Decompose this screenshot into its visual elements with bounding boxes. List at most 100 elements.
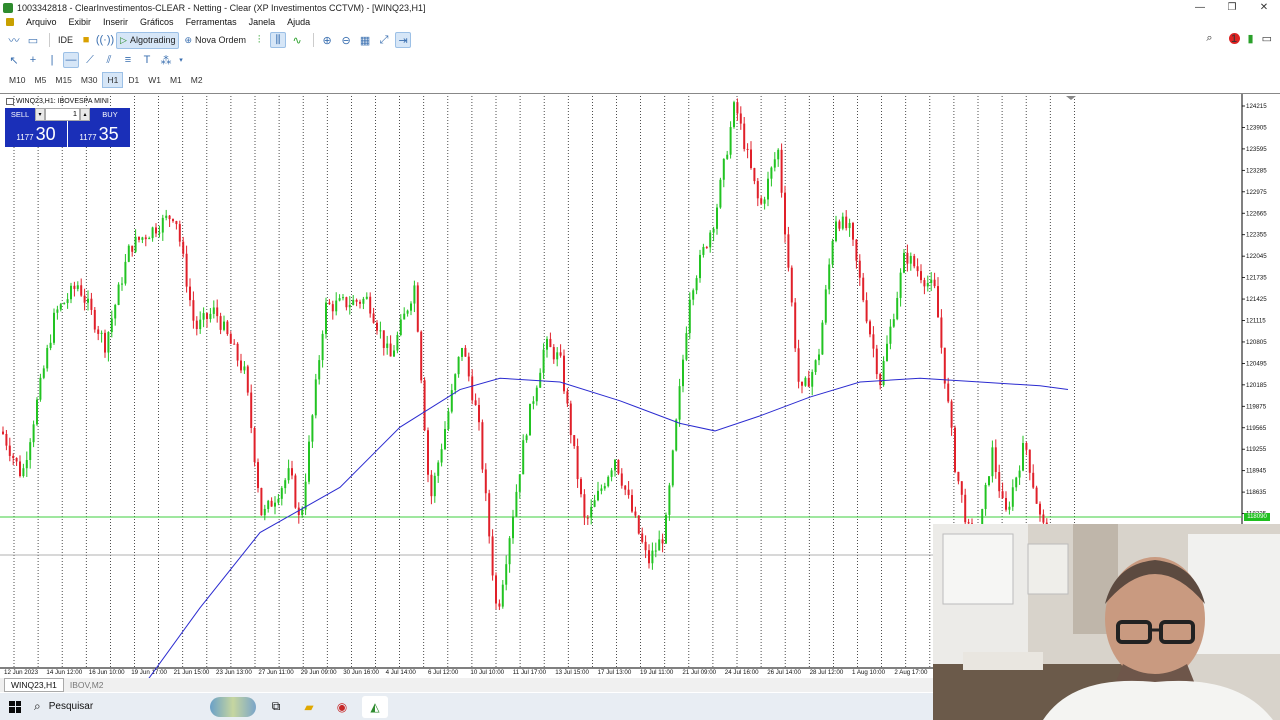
menu-inserir[interactable]: Inserir xyxy=(97,17,134,27)
timeframe-m1[interactable]: M1 xyxy=(166,73,186,87)
menu-ferramentas[interactable]: Ferramentas xyxy=(180,17,243,27)
buy-button[interactable]: BUY xyxy=(90,108,130,121)
drawing-toolbar: ↖ + | — ⟋ ⫽ ≡ T ⁂ ▾ xyxy=(0,51,1280,69)
candles-icon[interactable]: ⫼ xyxy=(270,32,287,48)
start-button[interactable] xyxy=(0,700,30,713)
menu-graficos[interactable]: Gráficos xyxy=(134,17,180,27)
zoom-out-icon[interactable]: ⊖ xyxy=(338,32,354,48)
menu-exibir[interactable]: Exibir xyxy=(63,17,98,27)
timeframe-m2[interactable]: M2 xyxy=(187,73,207,87)
chrome-icon[interactable]: ◉ xyxy=(329,696,355,718)
bullish-candle xyxy=(280,488,283,499)
bearish-candle xyxy=(372,313,375,323)
line-chart-icon[interactable]: ∿ xyxy=(289,32,305,48)
chevron-down-icon[interactable]: ▾ xyxy=(177,52,185,68)
bullish-candle xyxy=(399,319,402,335)
symbol-description: WINQ23,H1: IBOVESPA MINI xyxy=(16,98,109,105)
chart-shift-icon[interactable]: ⇥ xyxy=(395,32,412,48)
zoom-in-icon[interactable]: ⊕ xyxy=(319,32,335,48)
tab-winq23-h1[interactable]: WINQ23,H1 xyxy=(4,678,64,692)
text-icon[interactable]: T xyxy=(139,52,155,68)
bullish-candle xyxy=(984,485,987,510)
channel-icon[interactable]: ⫽ xyxy=(101,52,117,68)
file-explorer-icon[interactable]: ▰ xyxy=(296,696,322,718)
shapes-icon[interactable]: ⁂ xyxy=(158,52,174,68)
bearish-candle xyxy=(637,515,640,534)
bullish-candle xyxy=(100,332,103,334)
bullish-candle xyxy=(685,333,688,360)
timeframe-w1[interactable]: W1 xyxy=(144,73,165,87)
bullish-candle xyxy=(593,500,596,507)
lot-size-input[interactable]: 1 xyxy=(45,108,80,121)
y-tick-label: 122045 xyxy=(1246,253,1267,260)
bullish-candle xyxy=(556,352,559,360)
search-icon[interactable]: ⌕ xyxy=(1206,32,1212,45)
bullish-candle xyxy=(134,236,137,252)
bearish-candle xyxy=(624,485,627,490)
sell-button[interactable]: SELL xyxy=(5,108,35,121)
bar-chart-icon[interactable]: ⫶ xyxy=(251,32,267,48)
vertical-line-icon[interactable]: | xyxy=(44,52,60,68)
timeframe-m15[interactable]: M15 xyxy=(51,73,76,87)
bearish-candle xyxy=(5,433,8,446)
bearish-candle xyxy=(1042,514,1045,523)
bearish-candle xyxy=(498,603,501,607)
menu-arquivo[interactable]: Arquivo xyxy=(20,17,63,27)
autoscroll-icon[interactable]: ⤢ xyxy=(376,32,392,48)
bullish-candle xyxy=(1015,477,1018,488)
lock-icon[interactable]: ■ xyxy=(78,32,94,48)
timeframe-m5[interactable]: M5 xyxy=(31,73,51,87)
algotrading-button[interactable]: ▷ Algotrading xyxy=(116,31,180,49)
trendline-icon[interactable]: ⟋ xyxy=(82,52,98,68)
user-icon[interactable]: ▭ xyxy=(1262,32,1272,45)
grid-icon[interactable]: ▦ xyxy=(357,32,373,48)
lot-decrease-icon[interactable]: ▾ xyxy=(35,108,45,121)
ide-button[interactable]: IDE xyxy=(55,32,76,49)
new-chart-icon[interactable]: 〰 xyxy=(6,32,22,48)
task-view-icon[interactable]: ⧉ xyxy=(263,696,289,718)
crosshair-icon[interactable]: + xyxy=(25,52,41,68)
bullish-candle xyxy=(25,459,28,469)
bullish-candle xyxy=(87,298,89,303)
weather-widget-icon[interactable] xyxy=(210,696,256,717)
connection-icon[interactable]: ▮ xyxy=(1248,32,1254,45)
signal-icon[interactable]: ((·)) xyxy=(96,32,114,48)
bearish-candle xyxy=(12,455,15,458)
timeframe-d1[interactable]: D1 xyxy=(124,73,143,87)
menu-bar: Arquivo Exibir Inserir Gráficos Ferramen… xyxy=(0,15,1280,29)
y-tick-label: 120805 xyxy=(1246,339,1267,346)
bullish-candle xyxy=(56,309,59,313)
ask-price[interactable]: 1177 35 xyxy=(68,121,130,147)
notifications-icon[interactable]: 1 xyxy=(1221,33,1240,45)
menu-ajuda[interactable]: Ajuda xyxy=(281,17,316,27)
nova-ordem-button[interactable]: ⊕ Nova Ordem xyxy=(181,32,249,49)
bid-price[interactable]: 1177 30 xyxy=(5,121,67,147)
close-button[interactable]: ✕ xyxy=(1248,0,1280,15)
horizontal-line-icon[interactable]: — xyxy=(63,52,79,68)
bearish-candle xyxy=(943,347,946,384)
bullish-candle xyxy=(287,468,290,481)
cursor-icon[interactable]: ↖ xyxy=(6,52,22,68)
bullish-candle xyxy=(263,508,266,516)
bearish-candle xyxy=(937,286,939,318)
timeframe-h1[interactable]: H1 xyxy=(102,72,124,88)
timeframe-m30[interactable]: M30 xyxy=(77,73,102,87)
tab-ibov-m2[interactable]: IBOV,M2 xyxy=(64,679,110,691)
restore-button[interactable]: ❐ xyxy=(1216,0,1248,15)
bullish-candle xyxy=(716,207,718,229)
minimize-button[interactable]: — xyxy=(1184,0,1216,15)
fibonacci-icon[interactable]: ≡ xyxy=(120,52,136,68)
x-tick-label: 29 Jun 09:00 xyxy=(301,669,337,676)
timeframe-m10[interactable]: M10 xyxy=(5,73,30,87)
profiles-icon[interactable]: ▭ xyxy=(25,32,41,48)
bullish-candle xyxy=(603,486,606,489)
bullish-candle xyxy=(161,217,164,233)
lot-increase-icon[interactable]: ▴ xyxy=(80,108,90,121)
bullish-candle xyxy=(804,377,807,386)
bullish-candle xyxy=(454,374,457,391)
bearish-candle xyxy=(552,347,555,360)
bullish-candle xyxy=(406,310,409,314)
taskbar-search[interactable]: ⌕ Pesquisar xyxy=(34,696,174,718)
metatrader-icon[interactable]: ◭ xyxy=(362,695,388,718)
menu-janela[interactable]: Janela xyxy=(243,17,282,27)
